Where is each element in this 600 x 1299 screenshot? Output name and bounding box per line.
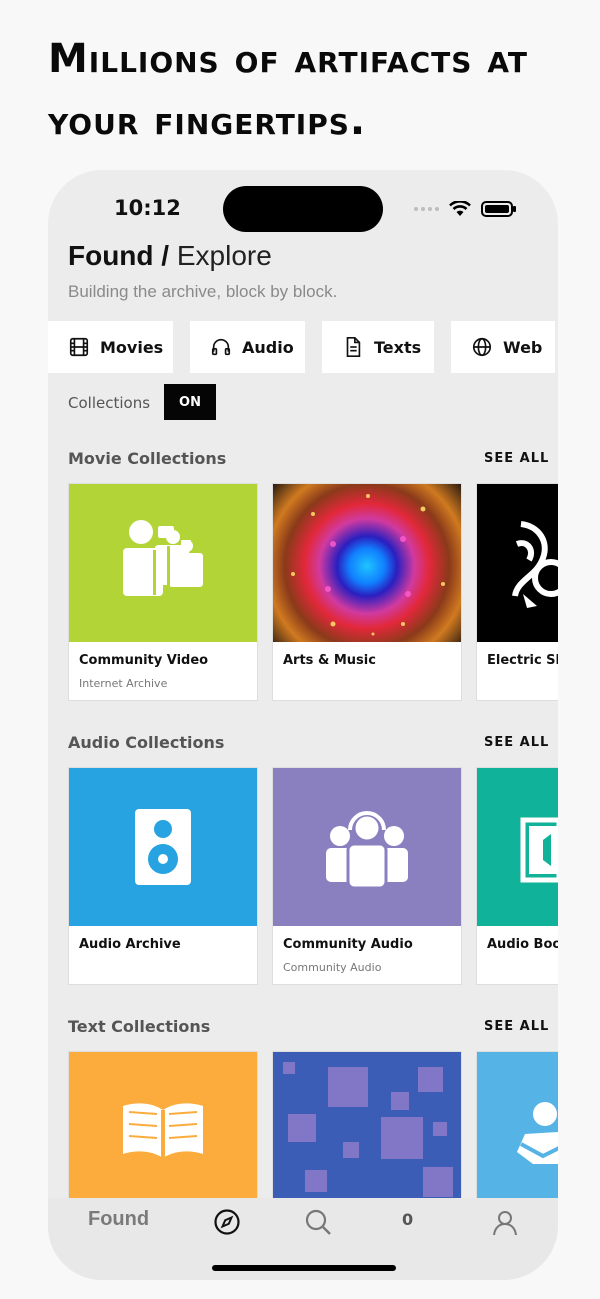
open-book-icon [123, 1103, 203, 1158]
collections-label: Collections [68, 394, 151, 412]
text-collections-title: Text Collections [68, 1017, 211, 1036]
tab-audio-label: Audio [242, 337, 294, 357]
tab-movies-label: Movies [100, 337, 164, 357]
card-title: Community Video [79, 653, 209, 668]
audio-collections-title: Audio Collections [68, 733, 225, 752]
card-title: Audio Archive [79, 937, 181, 952]
card-community-video[interactable]: Community Video Internet Archive [68, 483, 258, 701]
headphones-icon [211, 338, 231, 356]
card-subtitle: Internet Archive [79, 677, 168, 690]
search-icon[interactable] [304, 1208, 332, 1236]
tab-texts[interactable]: Texts [322, 321, 434, 373]
status-time: 10:12 [114, 196, 181, 220]
headphone-people-icon [326, 811, 408, 890]
text-squares-thumbnail [273, 1052, 461, 1210]
tab-audio[interactable]: Audio [190, 321, 305, 373]
page-subtitle: Building the archive, block by block. [68, 282, 338, 301]
community-audio-thumbnail [273, 768, 461, 926]
signal-icon [414, 207, 439, 211]
headline-line-2: your fingertips. [48, 98, 367, 144]
card-audio-books[interactable]: Audio Book [476, 767, 558, 985]
card-subtitle: Community Audio [283, 961, 382, 974]
dynamic-island [223, 186, 383, 232]
card-audio-archive[interactable]: Audio Archive [68, 767, 258, 985]
phone-frame: 10:12 Found / Explore Building the archi… [48, 170, 558, 1280]
title-found: Found / [68, 240, 170, 271]
title-explore: Explore [176, 240, 272, 271]
card-title: Electric She [487, 653, 558, 668]
tab-movies[interactable]: Movies [48, 321, 173, 373]
film-icon [69, 337, 89, 357]
tab-web-label: Web [503, 337, 543, 357]
tabbar-found-label[interactable]: Found [88, 1208, 149, 1231]
electric-sheep-thumbnail [477, 484, 558, 642]
tab-web[interactable]: Web [451, 321, 555, 373]
card-electric-sheep[interactable]: Electric She [476, 483, 558, 701]
text-reader-thumbnail [477, 1052, 558, 1210]
movie-see-all-link[interactable]: SEE ALL [484, 451, 549, 466]
film-crowd-icon [123, 520, 203, 596]
globe-icon [472, 337, 492, 357]
card-community-audio[interactable]: Community Audio Community Audio [272, 767, 462, 985]
squares-pattern-image [283, 1062, 453, 1197]
compass-icon[interactable] [213, 1208, 241, 1236]
movie-collections-title: Movie Collections [68, 449, 227, 468]
card-title: Audio Book [487, 937, 558, 952]
text-see-all-link[interactable]: SEE ALL [484, 1019, 549, 1034]
card-arts-music[interactable]: Arts & Music [272, 483, 462, 701]
tabbar-count-badge[interactable]: 0 [402, 1210, 413, 1229]
document-icon [346, 337, 361, 357]
audio-archive-thumbnail [69, 768, 257, 926]
reader-person-icon [517, 1102, 558, 1164]
headline-line-1: Millions of artifacts at [48, 36, 528, 82]
audiobook-icon [520, 817, 558, 883]
arts-music-thumbnail [273, 484, 461, 642]
text-books-thumbnail [69, 1052, 257, 1210]
audio-see-all-link[interactable]: SEE ALL [484, 735, 549, 750]
profile-icon[interactable] [491, 1208, 519, 1236]
page-title: Found / Explore [68, 240, 272, 272]
home-indicator [212, 1265, 396, 1271]
headline: Millions of artifacts at your fingertips… [48, 28, 568, 152]
tab-texts-label: Texts [374, 337, 422, 357]
battery-icon [481, 201, 516, 217]
card-title: Community Audio [283, 937, 413, 952]
collections-toggle[interactable]: ON [164, 384, 216, 420]
sheep-logo-icon [512, 521, 558, 608]
community-video-thumbnail [69, 484, 257, 642]
audio-books-thumbnail [477, 768, 558, 926]
card-title: Arts & Music [283, 653, 376, 668]
wifi-icon [449, 201, 471, 216]
fractal-burst-image [291, 494, 445, 636]
media-type-tabs: Movies Audio Texts Web [48, 321, 558, 373]
speaker-icon [135, 809, 191, 885]
status-icons [414, 200, 517, 218]
